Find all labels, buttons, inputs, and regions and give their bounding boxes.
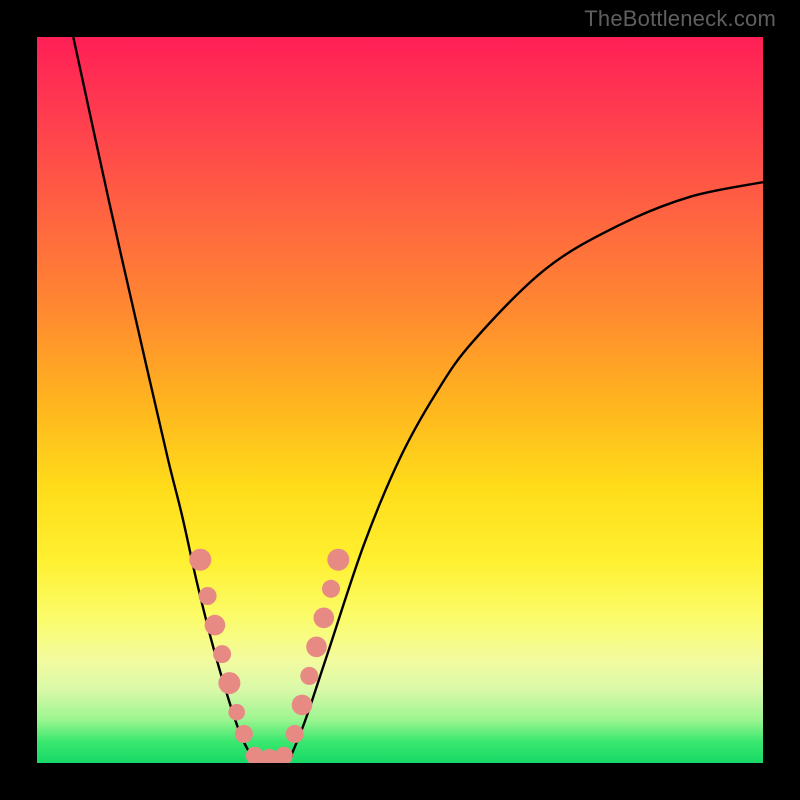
data-marker	[327, 549, 349, 571]
watermark-text: TheBottleneck.com	[584, 6, 776, 32]
data-marker	[306, 637, 327, 658]
bottleneck-curve	[73, 37, 763, 760]
data-marker	[235, 725, 253, 743]
data-marker	[213, 645, 231, 663]
data-marker	[292, 695, 313, 716]
data-marker	[199, 587, 217, 605]
data-marker	[218, 672, 240, 694]
data-marker	[314, 608, 335, 629]
data-marker	[189, 549, 211, 571]
data-marker	[228, 704, 245, 721]
plot-area	[37, 37, 763, 763]
data-marker	[322, 580, 340, 598]
chart-svg	[37, 37, 763, 763]
data-marker	[205, 615, 226, 636]
data-marker	[275, 747, 293, 763]
data-marker	[300, 667, 318, 685]
data-marker	[286, 725, 304, 743]
chart-frame: TheBottleneck.com	[0, 0, 800, 800]
marker-group	[189, 549, 349, 763]
